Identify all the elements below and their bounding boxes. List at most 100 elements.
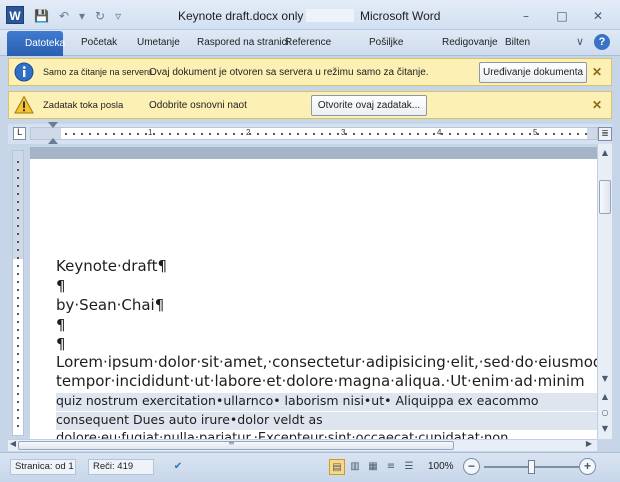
ruler-tick [153, 133, 155, 135]
edit-document-button[interactable]: Uređivanje dokumenta [479, 62, 587, 83]
close-button[interactable]: ✕ [588, 8, 608, 24]
paragraph-mark-line[interactable]: ¶ [56, 277, 66, 295]
previous-page-button[interactable]: ▲ [598, 390, 612, 404]
ruler-tick [257, 133, 259, 135]
vertical-scroll-thumb[interactable] [599, 180, 611, 214]
outline-view-icon[interactable]: ≡ [383, 459, 399, 475]
redo-icon[interactable]: ↻ [95, 8, 105, 24]
minimize-ribbon-icon[interactable]: ∨ [576, 35, 584, 48]
ruler-tick [377, 133, 379, 135]
ruler-tick [65, 133, 67, 135]
highlighted-text-line[interactable]: quiz nostrum exercitation•ullarnco• labo… [56, 393, 597, 411]
ruler-tick [17, 233, 19, 235]
tab-page-layout[interactable]: Raspored na stranici [197, 37, 289, 48]
ruler-tick [17, 369, 19, 371]
help-icon[interactable]: ? [594, 34, 610, 50]
ruler-tick [209, 133, 211, 135]
author-line[interactable]: by·Sean·Chai¶ [56, 296, 164, 314]
ruler-tick [353, 133, 355, 135]
message-bar-workflow-task: Zadatak toka posla Odobrite osnovni naot… [8, 91, 612, 119]
web-layout-view-icon[interactable]: ▦ [365, 459, 381, 475]
word-app-icon[interactable]: W [6, 6, 24, 24]
ruler-tick [321, 133, 323, 135]
highlighted-text-line[interactable]: consequent Dues auto irure•dolor veldt a… [56, 412, 597, 430]
ruler-tick [17, 401, 19, 403]
document-title-line[interactable]: Keynote·draft¶ [56, 257, 167, 275]
close-icon[interactable]: ✕ [592, 65, 602, 79]
ruler-tick [201, 133, 203, 135]
tab-review[interactable]: Redigovanje [442, 37, 498, 48]
undo-icon[interactable]: ↶ [59, 8, 69, 24]
status-bar: Stranica: od 1 Reči: 419 ✔ ▤ ▥ ▦ ≡ ☰ 100… [0, 452, 620, 482]
ruler-tick [169, 133, 171, 135]
tab-selector-icon[interactable]: L [13, 127, 26, 140]
ruler-tick [17, 425, 19, 427]
zoom-out-button[interactable]: − [463, 458, 480, 475]
ruler-tick [569, 133, 571, 135]
select-browse-object-button[interactable]: ○ [598, 406, 612, 420]
tab-insert[interactable]: Umetanje [137, 37, 180, 48]
draft-view-icon[interactable]: ☰ [401, 459, 417, 475]
print-layout-view-icon[interactable]: ▤ [329, 459, 345, 475]
zoom-in-button[interactable]: + [579, 458, 596, 475]
ruler-tick [121, 133, 123, 135]
minimize-button[interactable]: – [516, 8, 536, 24]
horizontal-ruler[interactable]: 1 2 3 4 5 [30, 127, 598, 140]
body-text-line[interactable]: Lorem·ipsum·dolor·sit·amet,·consectetur·… [56, 353, 597, 371]
restore-button[interactable]: □ [552, 8, 572, 24]
scroll-right-button[interactable]: ▶ [582, 438, 596, 450]
ruler-tick [17, 161, 19, 163]
body-text-line[interactable]: dolore·eu·fugiat·nulla·pariatur.·Excepte… [56, 431, 508, 439]
zoom-slider-thumb[interactable] [528, 460, 535, 474]
proofing-icon[interactable]: ✔ [170, 459, 186, 475]
paragraph-mark-line[interactable]: ¶ [56, 316, 66, 334]
ruler-tick [497, 133, 499, 135]
scroll-down-button[interactable]: ▼ [598, 372, 612, 386]
close-icon[interactable]: ✕ [592, 98, 602, 112]
ruler-tick [97, 133, 99, 135]
vertical-ruler[interactable] [12, 150, 24, 436]
view-ruler-icon[interactable]: ≣ [598, 127, 612, 141]
ruler-tick [17, 185, 19, 187]
ruler-tick [545, 133, 547, 135]
scroll-up-button[interactable]: ▲ [598, 146, 612, 160]
tab-bulletin[interactable]: Bilten [505, 37, 530, 48]
page-indicator[interactable]: Stranica: od 1 [10, 459, 76, 475]
ruler-tick [17, 313, 19, 315]
ruler-tick [409, 133, 411, 135]
hanging-indent-marker[interactable] [48, 138, 58, 144]
ruler-tick [17, 345, 19, 347]
ruler-tick [241, 133, 243, 135]
ruler-tick [305, 133, 307, 135]
ribbon-tabs: Datoteka Početak Umetanje Raspored na st… [0, 30, 620, 56]
page-number: 1 [68, 461, 74, 472]
word-count[interactable]: Reči: 419 [88, 459, 154, 475]
ruler-tick [17, 225, 19, 227]
save-icon[interactable]: 💾 [34, 8, 49, 24]
first-line-indent-marker[interactable] [48, 122, 58, 128]
paragraph-mark-line[interactable]: ¶ [56, 335, 66, 353]
tab-mailings[interactable]: Pošiljke [369, 37, 403, 48]
vertical-scrollbar[interactable]: ▲ ▼ ▲ ○ ▼ [597, 144, 612, 439]
open-task-button[interactable]: Otvorite ovaj zadatak... [311, 95, 427, 116]
ruler-tick [17, 217, 19, 219]
document-area: Keynote·draft¶ ¶ by·Sean·Chai¶ ¶ ¶ Lorem… [30, 147, 597, 439]
message-text: Odobrite osnovni naot [149, 100, 247, 111]
body-text-line[interactable]: tempor·incididunt·ut·labore·et·dolore·ma… [56, 372, 585, 390]
horizontal-scroll-thumb[interactable]: ═ [18, 439, 454, 450]
undo-dropdown-icon[interactable]: ▾ [79, 8, 85, 24]
tab-file[interactable]: Datoteka [7, 31, 65, 56]
ruler-tick [129, 133, 131, 135]
tab-references[interactable]: Reference [285, 37, 331, 48]
full-screen-reading-view-icon[interactable]: ▥ [347, 459, 363, 475]
document-page[interactable]: Keynote·draft¶ ¶ by·Sean·Chai¶ ¶ ¶ Lorem… [30, 159, 597, 439]
customize-qat-icon[interactable]: ▿ [115, 8, 121, 24]
ruler-tick [361, 133, 363, 135]
next-page-button[interactable]: ▼ [598, 422, 612, 436]
horizontal-scrollbar[interactable]: ◀ ═ ▶ [8, 439, 597, 451]
ruler-tick [17, 265, 19, 267]
zoom-percentage[interactable]: 100% [428, 461, 454, 472]
ruler-tick [17, 201, 19, 203]
ruler-tick [137, 133, 139, 135]
tab-home[interactable]: Početak [81, 37, 117, 48]
